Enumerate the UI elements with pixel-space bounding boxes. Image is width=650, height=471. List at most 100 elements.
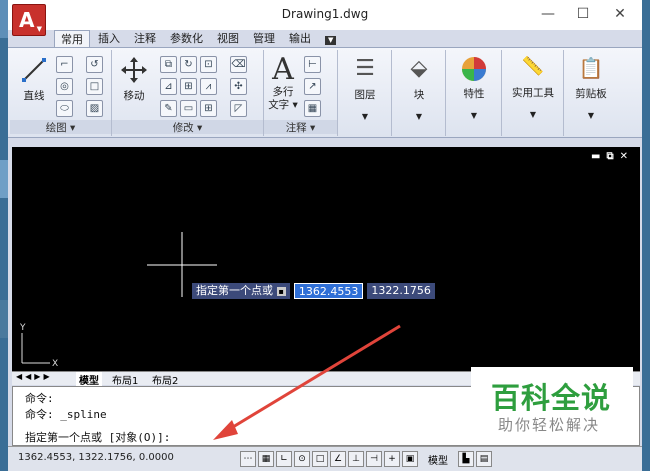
block-icon: ⬙ <box>410 56 428 81</box>
tab-home[interactable]: 常用 <box>54 30 90 47</box>
model-space-label[interactable]: 模型 <box>428 452 448 467</box>
panel-layers: ☰ 图层 ▼ <box>338 50 392 136</box>
application-menu-button[interactable]: A ▼ <box>12 4 46 36</box>
command-prompt[interactable]: 指定第一个点或 [对象(O)]: <box>25 429 170 445</box>
layers-icon: ☰ <box>355 56 375 81</box>
table-button[interactable]: ▦ <box>304 100 321 117</box>
ellipse-button[interactable]: ⬭ <box>56 100 73 117</box>
array-button[interactable]: ⊞ <box>200 100 217 117</box>
chevron-down-icon: ▼ <box>36 25 42 33</box>
table-icon: ▦ <box>307 103 318 114</box>
polyline-button[interactable]: ⌐ <box>56 56 73 73</box>
scale-button[interactable]: ⊞ <box>180 78 197 95</box>
dimension-button[interactable]: ⊢ <box>304 56 321 73</box>
rectangle-button[interactable]: □ <box>86 78 103 95</box>
tab-insert[interactable]: 插入 <box>92 30 126 47</box>
trim-icon: ⊡ <box>204 59 213 70</box>
ellipse-icon: ⬭ <box>60 103 69 114</box>
x-coordinate-input[interactable]: 1362.4553 <box>293 283 364 299</box>
osnap-button[interactable]: □ <box>312 451 328 467</box>
close-button[interactable]: ✕ <box>605 4 635 24</box>
explode-button[interactable]: ✣ <box>230 78 247 95</box>
clipboard-icon: 📋 <box>578 56 604 80</box>
properties-button[interactable]: 特性 ▼ <box>450 56 498 120</box>
polar-icon: ⊙ <box>298 454 306 464</box>
watermark-subtitle: 助你轻松解决 <box>498 416 601 434</box>
erase-button[interactable]: ⌫ <box>230 56 247 73</box>
panel-draw-label[interactable]: 绘图 ▾ <box>10 120 111 134</box>
fillet-icon: ✎ <box>164 103 173 114</box>
y-coordinate-input[interactable]: 1322.1756 <box>367 283 435 299</box>
line-button[interactable]: 直线 <box>16 56 52 103</box>
tab-manage[interactable]: 管理 <box>247 30 281 47</box>
ribbon-options-button[interactable]: ▼ <box>319 30 342 47</box>
circle-icon: ◎ <box>60 81 69 92</box>
drawing-canvas[interactable]: ▬⧉✕ Y X <box>12 147 640 372</box>
array-icon: ⊞ <box>204 103 213 114</box>
move-label: 移动 <box>123 90 145 102</box>
maximize-button[interactable]: ☐ <box>568 4 598 24</box>
desktop-strip <box>0 160 8 198</box>
offset-button[interactable]: ▭ <box>180 100 197 117</box>
dynamic-input-tooltip: 指定第一个点或 ▪ 1362.4553 1322.1756 <box>192 283 435 299</box>
hatch-icon: ▨ <box>89 103 100 114</box>
circle-button[interactable]: ◎ <box>56 78 73 95</box>
ducs-button[interactable]: ⊥ <box>348 451 364 467</box>
stretch-button[interactable]: ⊿ <box>160 78 177 95</box>
layers-button[interactable]: ☰ 图层 ▼ <box>342 56 388 121</box>
hatch-button[interactable]: ▨ <box>86 100 103 117</box>
tab-layout1[interactable]: 布局1 <box>112 372 138 387</box>
leader-icon: ↗ <box>308 81 317 92</box>
chevron-down-icon: ▼ <box>529 110 537 119</box>
model-button[interactable]: ▙ <box>458 451 474 467</box>
tab-view[interactable]: 视图 <box>211 30 245 47</box>
tab-annotate[interactable]: 注释 <box>128 30 162 47</box>
ortho-icon: ∟ <box>280 454 288 464</box>
clipboard-button[interactable]: 📋 剪贴板 ▼ <box>566 56 616 120</box>
otrack-button[interactable]: ∠ <box>330 451 346 467</box>
grid-button[interactable]: ▦ <box>258 451 274 467</box>
minimize-button[interactable]: — <box>533 4 563 24</box>
ortho-button[interactable]: ∟ <box>276 451 292 467</box>
block-label: 块 <box>413 89 425 101</box>
rotate-button[interactable]: ↻ <box>180 56 197 73</box>
dyn-button[interactable]: ⊣ <box>366 451 382 467</box>
mtext-button[interactable]: A 多行 文字 ▾ <box>266 54 300 112</box>
lineweight-button[interactable]: + <box>384 451 400 467</box>
tab-output[interactable]: 输出 <box>283 30 317 47</box>
panel-block: ⬙ 块 ▼ <box>392 50 446 136</box>
block-button[interactable]: ⬙ 块 ▼ <box>396 56 442 121</box>
stretch-icon: ⊿ <box>164 81 173 92</box>
panel-annotation-label[interactable]: 注释 ▾ <box>264 120 337 134</box>
leader-button[interactable]: ↗ <box>304 78 321 95</box>
arc-button[interactable]: ↺ <box>86 56 103 73</box>
down-arrow-icon[interactable]: ▪ <box>276 287 286 296</box>
ruler-icon: 📏 <box>521 56 545 77</box>
grid-icon: ▦ <box>261 454 271 464</box>
tab-layout2[interactable]: 布局2 <box>152 372 178 387</box>
polar-button[interactable]: ⊙ <box>294 451 310 467</box>
panel-clipboard: 📋 剪贴板 ▼ <box>564 50 618 136</box>
arc-icon: ↺ <box>90 59 99 70</box>
copy-button[interactable]: ⧉ <box>160 56 177 73</box>
trim-button[interactable]: ⊡ <box>200 56 217 73</box>
snap-icon: ⋯ <box>243 454 253 464</box>
tab-nav-arrows[interactable]: ◀◀▶▶ <box>16 372 53 381</box>
fillet-button[interactable]: ✎ <box>160 100 177 117</box>
utilities-label: 实用工具 <box>512 87 554 99</box>
utilities-button[interactable]: 📏 实用工具 ▼ <box>504 56 562 119</box>
chamfer-button[interactable]: ◸ <box>230 100 247 117</box>
tab-model[interactable]: 模型 <box>76 372 102 387</box>
line-label: 直线 <box>23 90 45 102</box>
move-button[interactable]: 移动 <box>116 56 152 103</box>
panel-modify-label[interactable]: 修改 ▾ <box>112 120 263 134</box>
tab-parametric[interactable]: 参数化 <box>164 30 209 47</box>
otrack-icon: ∠ <box>333 454 343 464</box>
ucs-y-label: Y <box>19 323 26 333</box>
snap-mode-button[interactable]: ⋯ <box>240 451 256 467</box>
qp-button[interactable]: ▣ <box>402 451 418 467</box>
mirror-button[interactable]: ⩘ <box>200 78 217 95</box>
layout-button[interactable]: ▤ <box>476 451 492 467</box>
properties-label: 特性 <box>463 88 485 100</box>
panel-draw: 直线 ⌐ ◎ ⬭ ↺ □ ▨ 绘图 ▾ <box>10 50 112 136</box>
